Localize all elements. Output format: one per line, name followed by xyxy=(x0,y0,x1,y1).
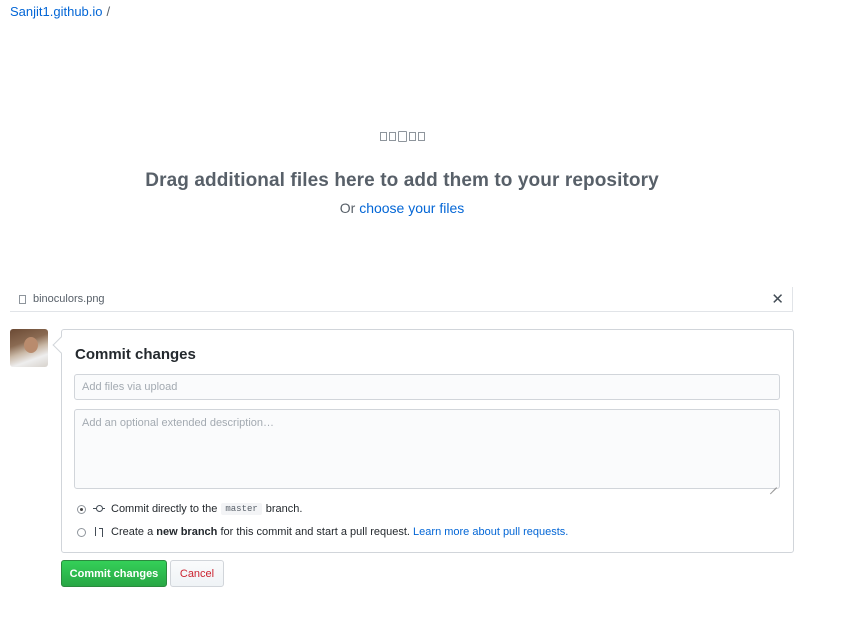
breadcrumb-separator: / xyxy=(106,4,111,19)
repo-link[interactable]: Sanjit1.github.io xyxy=(10,4,103,19)
commit-changes-button[interactable]: Commit changes xyxy=(61,560,167,587)
commit-form: Commit changes Commit directly to the ma… xyxy=(61,329,794,553)
file-text-icon xyxy=(408,132,416,141)
commit-description-input[interactable] xyxy=(74,409,780,489)
file-media-icon xyxy=(388,132,396,141)
cancel-button[interactable]: Cancel xyxy=(170,560,224,587)
avatar xyxy=(10,329,48,367)
breadcrumb: Sanjit1.github.io / xyxy=(10,4,110,19)
git-pull-request-icon xyxy=(93,526,105,538)
commit-form-title: Commit changes xyxy=(75,346,196,363)
dropzone-title: Drag additional files here to add them t… xyxy=(145,170,659,191)
file-type-icons xyxy=(379,130,425,144)
file-icon xyxy=(379,132,387,141)
uploaded-file-row: binoculors.png ✕ xyxy=(10,287,793,312)
choose-files-link[interactable]: choose your files xyxy=(359,200,464,216)
commit-direct-prefix: Commit directly to the xyxy=(111,503,218,515)
commit-direct-radio[interactable] xyxy=(77,504,86,514)
new-branch-option[interactable]: Create a new branch for this commit and … xyxy=(77,526,568,538)
git-commit-icon xyxy=(93,503,105,515)
file-icon xyxy=(19,295,26,304)
new-branch-middle: for this commit and start a pull request… xyxy=(220,526,410,538)
new-branch-radio[interactable] xyxy=(77,527,86,537)
dropzone-subtitle: Or choose your files xyxy=(0,200,804,216)
commit-direct-suffix: branch. xyxy=(265,503,303,515)
file-dropzone[interactable]: Drag additional files here to add them t… xyxy=(0,128,804,216)
file-code-icon xyxy=(397,131,407,142)
dropzone-sub-prefix: Or xyxy=(339,200,356,216)
commit-direct-option[interactable]: Commit directly to the master branch. xyxy=(77,503,302,515)
resize-grip-icon[interactable] xyxy=(769,480,777,488)
commit-summary-input[interactable] xyxy=(74,374,780,400)
uploaded-file-name: binoculors.png xyxy=(33,293,105,305)
branch-name: master xyxy=(221,503,262,515)
new-branch-bold: new branch xyxy=(156,526,218,538)
file-zip-icon xyxy=(417,132,425,141)
new-branch-prefix: Create a xyxy=(111,526,154,538)
remove-file-icon[interactable]: ✕ xyxy=(771,290,784,308)
learn-more-link[interactable]: Learn more about pull requests. xyxy=(413,526,568,538)
